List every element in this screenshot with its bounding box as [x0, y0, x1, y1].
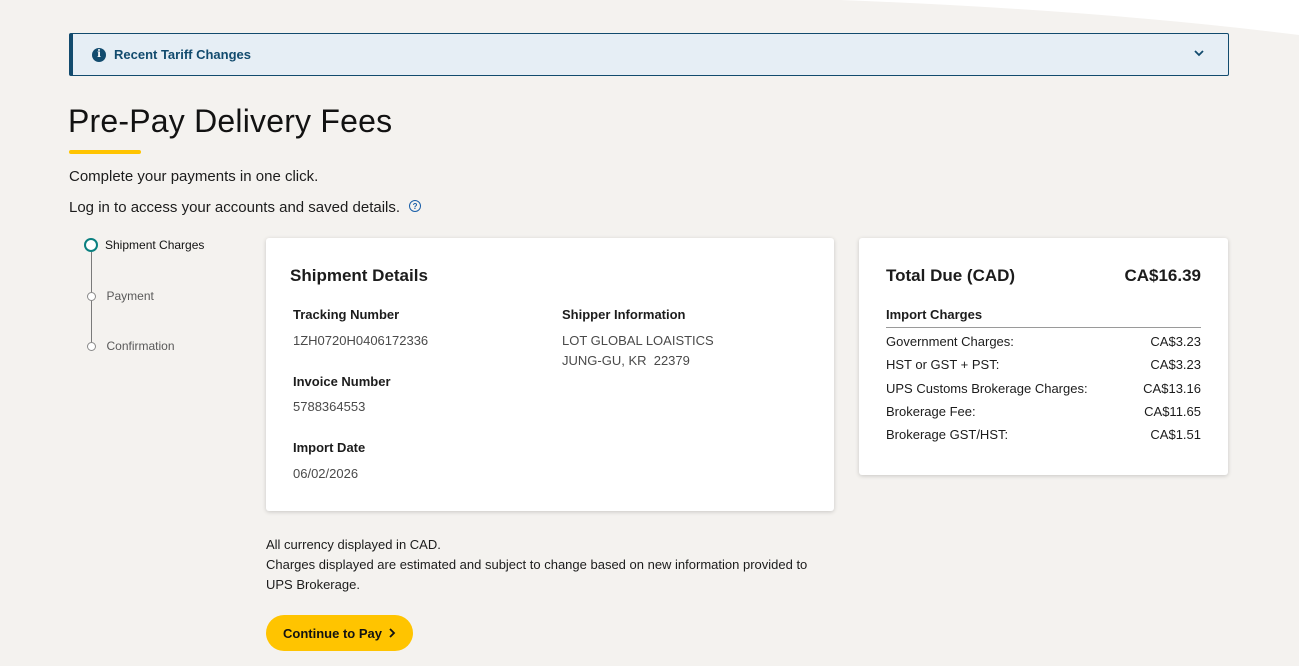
charge-value: CA$13.16 [1143, 381, 1201, 396]
charge-label: UPS Customs Brokerage Charges: [886, 381, 1088, 396]
help-icon[interactable]: ? [409, 200, 422, 212]
step-confirmation: Confirmation [84, 339, 175, 353]
charge-value: CA$1.51 [1150, 427, 1201, 442]
charge-row: Brokerage GST/HST: CA$1.51 [886, 427, 1201, 442]
tracking-number-label: Tracking Number [293, 307, 400, 322]
total-due-card: Total Due (CAD) CA$16.39 Import Charges … [859, 238, 1228, 475]
page-title: Pre-Pay Delivery Fees [68, 103, 393, 139]
step-dot [86, 341, 96, 351]
step-dot [86, 291, 96, 301]
banner-label: Recent Tariff Changes [114, 47, 252, 62]
charge-value: CA$11.65 [1144, 404, 1201, 419]
shipper-information-label: Shipper Information [562, 307, 686, 322]
invoice-number-value: 5788364553 [293, 399, 366, 414]
invoice-number-label: Invoice Number [293, 374, 391, 389]
progress-stepper: Shipment Charges Payment Confirmation [84, 238, 244, 358]
step-label: Confirmation [106, 339, 175, 353]
shipment-details-card: Shipment Details Tracking Number 1ZH0720… [266, 238, 834, 511]
chevron-right-icon [389, 628, 396, 638]
charge-row: Government Charges: CA$3.23 [886, 334, 1201, 349]
import-charges-title: Import Charges [886, 307, 983, 322]
charge-value: CA$3.23 [1150, 357, 1201, 372]
info-icon: i [92, 47, 106, 62]
total-due-heading: Total Due (CAD) [886, 266, 1016, 285]
continue-to-pay-button[interactable]: Continue to Pay [266, 615, 413, 651]
estimate-note-line-1: Charges displayed are estimated and subj… [266, 557, 808, 572]
charges-divider [886, 327, 1201, 328]
card-heading: Shipment Details [290, 266, 428, 285]
currency-note: All currency displayed in CAD. [266, 537, 441, 552]
title-underline [69, 150, 141, 154]
charge-label: Government Charges: [886, 334, 1014, 349]
chevron-down-icon[interactable] [1192, 46, 1206, 60]
step-payment: Payment [84, 289, 154, 303]
step-dot-active [84, 238, 98, 252]
continue-to-pay-label: Continue to Pay [283, 625, 382, 641]
estimate-note-line-2: UPS Brokerage. [266, 577, 360, 592]
charge-row: UPS Customs Brokerage Charges: CA$13.16 [886, 381, 1201, 396]
page-subtitle: Complete your payments in one click. [69, 168, 319, 185]
charge-value: CA$3.23 [1150, 334, 1201, 349]
login-prompt: Log in to access your accounts and saved… [69, 199, 422, 216]
tariff-changes-banner[interactable]: i Recent Tariff Changes [69, 33, 1229, 76]
step-label: Shipment Charges [105, 238, 205, 252]
charge-label: Brokerage GST/HST: [886, 427, 1009, 442]
login-prompt-text: Log in to access your accounts and saved… [69, 199, 401, 216]
charge-row: HST or GST + PST: CA$3.23 [886, 357, 1201, 372]
charge-row: Brokerage Fee: CA$11.65 [886, 404, 1201, 419]
step-shipment-charges: Shipment Charges [84, 238, 204, 252]
tracking-number-value: 1ZH0720H0406172336 [293, 333, 429, 348]
step-label: Payment [106, 289, 154, 303]
shipper-address: JUNG-GU, KR 22379 [562, 353, 690, 368]
total-due-amount: CA$16.39 [1124, 266, 1201, 285]
charge-label: HST or GST + PST: [886, 357, 1000, 372]
shipper-name: LOT GLOBAL LOAISTICS [562, 333, 714, 348]
import-date-value: 06/02/2026 [293, 466, 359, 481]
import-date-label: Import Date [293, 440, 366, 455]
charge-label: Brokerage Fee: [886, 404, 976, 419]
